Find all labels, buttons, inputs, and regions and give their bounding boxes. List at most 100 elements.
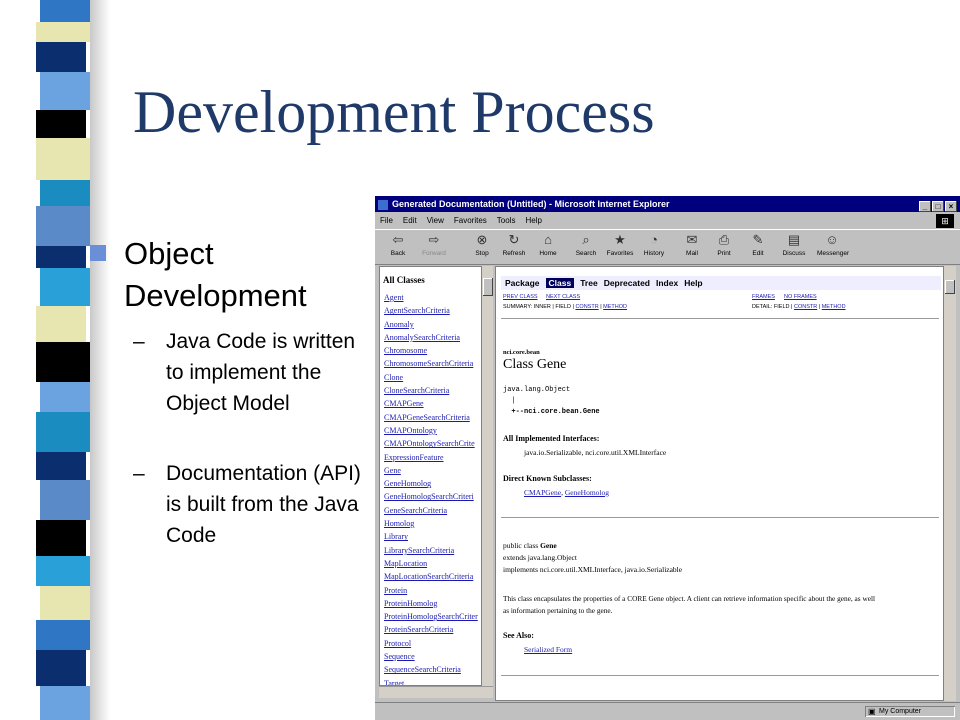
toolbar-button-favorites[interactable]: ★ Favorites [605,232,635,257]
strip-block [36,206,90,246]
strip-block [36,620,90,650]
left-frame-scrollbar[interactable] [482,266,493,686]
subclasses-heading: Direct Known Subclasses: [503,474,592,483]
scroll-thumb[interactable] [483,278,493,296]
class-link[interactable]: CloneSearchCriteria [384,384,478,397]
strip-block [36,556,90,586]
toolbar-button-edit[interactable]: ✎ Edit [743,232,773,257]
menu-view[interactable]: View [427,216,444,225]
class-link[interactable]: ProteinHomolog [384,597,478,610]
strip-block [40,72,94,110]
toolbar-label: Favorites [606,250,634,257]
toolbar-button-home[interactable]: ⌂ Home [533,232,563,257]
class-link[interactable]: CMAPOntologySearchCrite [384,437,478,450]
hierarchy-line: java.lang.Object [503,386,571,394]
class-link[interactable]: Target [384,677,478,685]
class-link[interactable]: ProteinSearchCriteria [384,623,478,636]
class-link[interactable]: ProteinHomologSearchCriter [384,610,478,623]
window-title: Generated Documentation (Untitled) - Mic… [392,199,670,209]
strip-block [36,246,86,268]
minimize-button[interactable]: _ [919,201,931,212]
class-link[interactable]: Library [384,530,478,543]
description-line: This class encapsulates the properties o… [503,594,876,603]
strip-block [40,0,90,22]
left-frame-hscrollbar[interactable] [379,686,493,698]
no-frames-link[interactable]: NO FRAMES [784,294,817,300]
strip-block [40,686,94,720]
class-link[interactable]: MapLocation [384,557,478,570]
nav-class[interactable]: Class [545,278,575,288]
toolbar-button-back[interactable]: ⇦ Back [383,232,413,257]
nav-tree[interactable]: Tree [580,278,598,288]
menu-help[interactable]: Help [525,216,541,225]
class-link[interactable]: CMAPGene [384,397,478,410]
class-link[interactable]: GeneHomologSearchCriteri [384,490,478,503]
class-link[interactable]: Agent [384,291,478,304]
toolbar-button-mail[interactable]: ✉ Mail [677,232,707,257]
class-link[interactable]: Sequence [384,650,478,663]
menu-file[interactable]: File [380,216,393,225]
menu-edit[interactable]: Edit [403,216,417,225]
next-class-link[interactable]: NEXT CLASS [546,294,580,300]
class-link[interactable]: GeneSearchCriteria [384,504,478,517]
menu-tools[interactable]: Tools [497,216,516,225]
dash-mark: – [133,462,145,485]
class-link[interactable]: ExpressionFeature [384,451,478,464]
toolbar-button-messenger[interactable]: ☺ Messenger [817,232,849,257]
strip-block [36,306,86,342]
toolbar-button-discuss[interactable]: ▤ Discuss [779,232,809,257]
class-link[interactable]: AnomalySearchCriteria [384,331,478,344]
class-link[interactable]: Protein [384,584,478,597]
class-link[interactable]: Clone [384,371,478,384]
strip-block [36,110,86,138]
class-description: This class encapsulates the properties o… [503,593,875,617]
dash-mark: – [133,330,145,353]
maximize-button[interactable]: □ [932,201,944,212]
home-icon: ⌂ [544,232,552,247]
declaration-extends: extends java.lang.Object [503,553,577,562]
toolbar-button-forward[interactable]: ⇨ Forward [419,232,449,257]
detail-method-link[interactable]: METHOD [822,304,846,310]
class-link[interactable]: GeneHomolog [384,477,478,490]
toolbar-button-history[interactable]: ◔ History [639,232,669,257]
menu-bar: File Edit View Favorites Tools Help [375,213,960,229]
class-link[interactable]: LibrarySearchCriteria [384,544,478,557]
class-link[interactable]: Anomaly [384,318,478,331]
nav-index[interactable]: Index [656,278,678,288]
class-link[interactable]: MapLocationSearchCriteria [384,570,478,583]
toolbar-button-stop[interactable]: ⊗ Stop [467,232,497,257]
serialized-form-link[interactable]: Serialized Form [524,645,572,654]
browser-window: Generated Documentation (Untitled) - Mic… [373,196,960,720]
class-link[interactable]: Chromosome [384,344,478,357]
doc-frame-scrollbar[interactable] [944,266,956,701]
toolbar-label: Stop [475,250,489,257]
class-link[interactable]: Homolog [384,517,478,530]
class-link[interactable]: SequenceSearchCriteria [384,663,478,676]
class-link[interactable]: Gene [384,464,478,477]
subclass-link-genehomolog[interactable]: GeneHomolog [565,488,609,497]
hierarchy-line: +--nci.core.bean.Gene [503,408,600,416]
toolbar-button-refresh[interactable]: ↻ Refresh [499,232,529,257]
bullet-object-development: Object Development [124,236,307,313]
class-link[interactable]: CMAPOntology [384,424,478,437]
subclass-link-cmapgene[interactable]: CMAPGene [524,488,561,497]
prev-class-link[interactable]: PREV CLASS [503,294,538,300]
class-link[interactable]: AgentSearchCriteria [384,304,478,317]
close-button[interactable]: × [945,201,957,212]
all-classes-heading: All Classes [383,275,425,285]
class-link[interactable]: ChromosomeSearchCriteria [384,357,478,370]
summary-constr-link[interactable]: CONSTR [575,304,598,310]
see-also-heading: See Also: [503,631,534,640]
summary-method-link[interactable]: METHOD [603,304,627,310]
class-link[interactable]: Protocol [384,637,478,650]
scroll-thumb[interactable] [945,280,955,294]
toolbar-button-search[interactable]: ⌕ Search [571,232,601,257]
nav-deprecated[interactable]: Deprecated [604,278,650,288]
frames-link[interactable]: FRAMES [752,294,775,300]
detail-constr-link[interactable]: CONSTR [794,304,817,310]
nav-package[interactable]: Package [505,278,540,288]
class-link[interactable]: CMAPGeneSearchCriteria [384,411,478,424]
menu-favorites[interactable]: Favorites [454,216,487,225]
nav-help[interactable]: Help [684,278,702,288]
toolbar-button-print[interactable]: ⎙ Print [709,232,739,257]
